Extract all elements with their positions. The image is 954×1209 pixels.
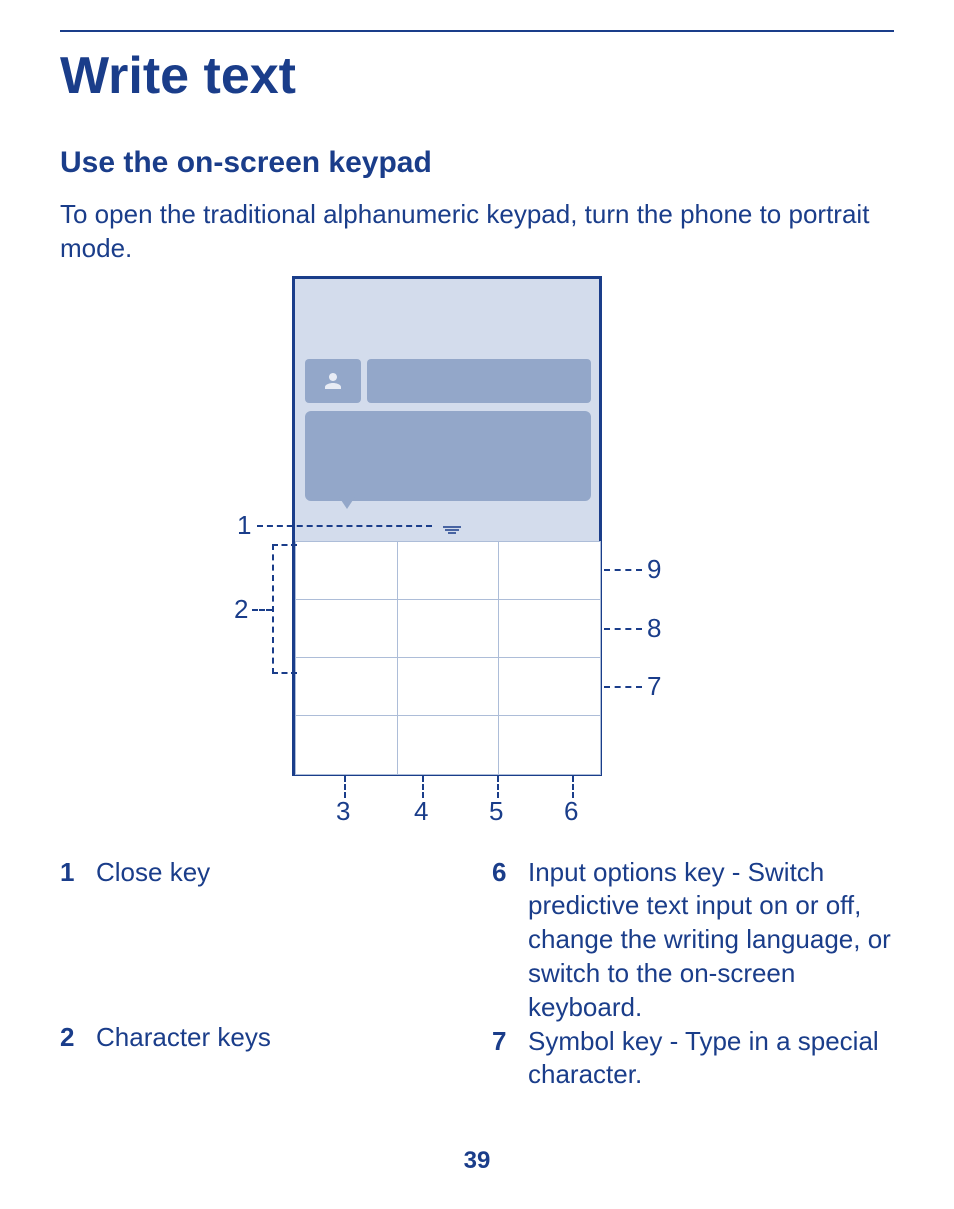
close-key-icon — [443, 521, 461, 529]
legend-description: Character keys — [96, 1021, 462, 1055]
callout-5-line — [497, 776, 499, 798]
callout-3: 3 — [336, 796, 350, 827]
callout-7: 7 — [647, 671, 661, 702]
callout-8: 8 — [647, 613, 661, 644]
section-subtitle: Use the on-screen keypad — [60, 146, 894, 180]
callout-1: 1 — [237, 510, 251, 541]
keypad-grid — [295, 541, 601, 775]
callout-2-line — [252, 609, 272, 611]
callout-4-line — [422, 776, 424, 798]
legend-number: 1 — [60, 856, 80, 890]
horizontal-rule — [60, 30, 894, 32]
keypad-diagram: 1 2 9 8 7 3 4 5 6 — [227, 276, 727, 836]
legend-number: 2 — [60, 1021, 80, 1055]
message-bubble-tail — [339, 497, 355, 509]
contact-name-field — [367, 359, 591, 403]
legend-number: 6 — [492, 856, 512, 1025]
message-bubble — [305, 411, 591, 501]
intro-paragraph: To open the traditional alphanumeric key… — [60, 198, 880, 266]
page-title: Write text — [60, 46, 894, 106]
callout-8-line — [604, 628, 642, 630]
callout-5: 5 — [489, 796, 503, 827]
legend-number: 7 — [492, 1025, 512, 1093]
callout-9-line — [604, 569, 642, 571]
legend-description: Close key — [96, 856, 462, 890]
callout-2-bracket — [272, 544, 297, 674]
callout-4: 4 — [414, 796, 428, 827]
legend-item-6: 6 Input options key - Switch predictive … — [492, 856, 894, 1025]
legend: 1 Close key 2 Character keys 6 Input opt… — [60, 856, 894, 1093]
callout-1-line — [257, 525, 432, 527]
page-number: 39 — [0, 1147, 954, 1175]
legend-item-2: 2 Character keys — [60, 1021, 462, 1055]
callout-3-line — [344, 776, 346, 798]
legend-right-column: 6 Input options key - Switch predictive … — [492, 856, 894, 1093]
legend-item-7: 7 Symbol key - Type in a special charact… — [492, 1025, 894, 1093]
callout-2: 2 — [234, 594, 248, 625]
callout-9: 9 — [647, 554, 661, 585]
legend-item-1: 1 Close key — [60, 856, 462, 890]
legend-description: Input options key - Switch predictive te… — [528, 856, 894, 1025]
callout-6: 6 — [564, 796, 578, 827]
callout-6-line — [572, 776, 574, 798]
legend-description: Symbol key - Type in a special character… — [528, 1025, 894, 1093]
legend-left-column: 1 Close key 2 Character keys — [60, 856, 462, 1093]
callout-7-line — [604, 686, 642, 688]
contact-avatar-icon — [305, 359, 361, 403]
